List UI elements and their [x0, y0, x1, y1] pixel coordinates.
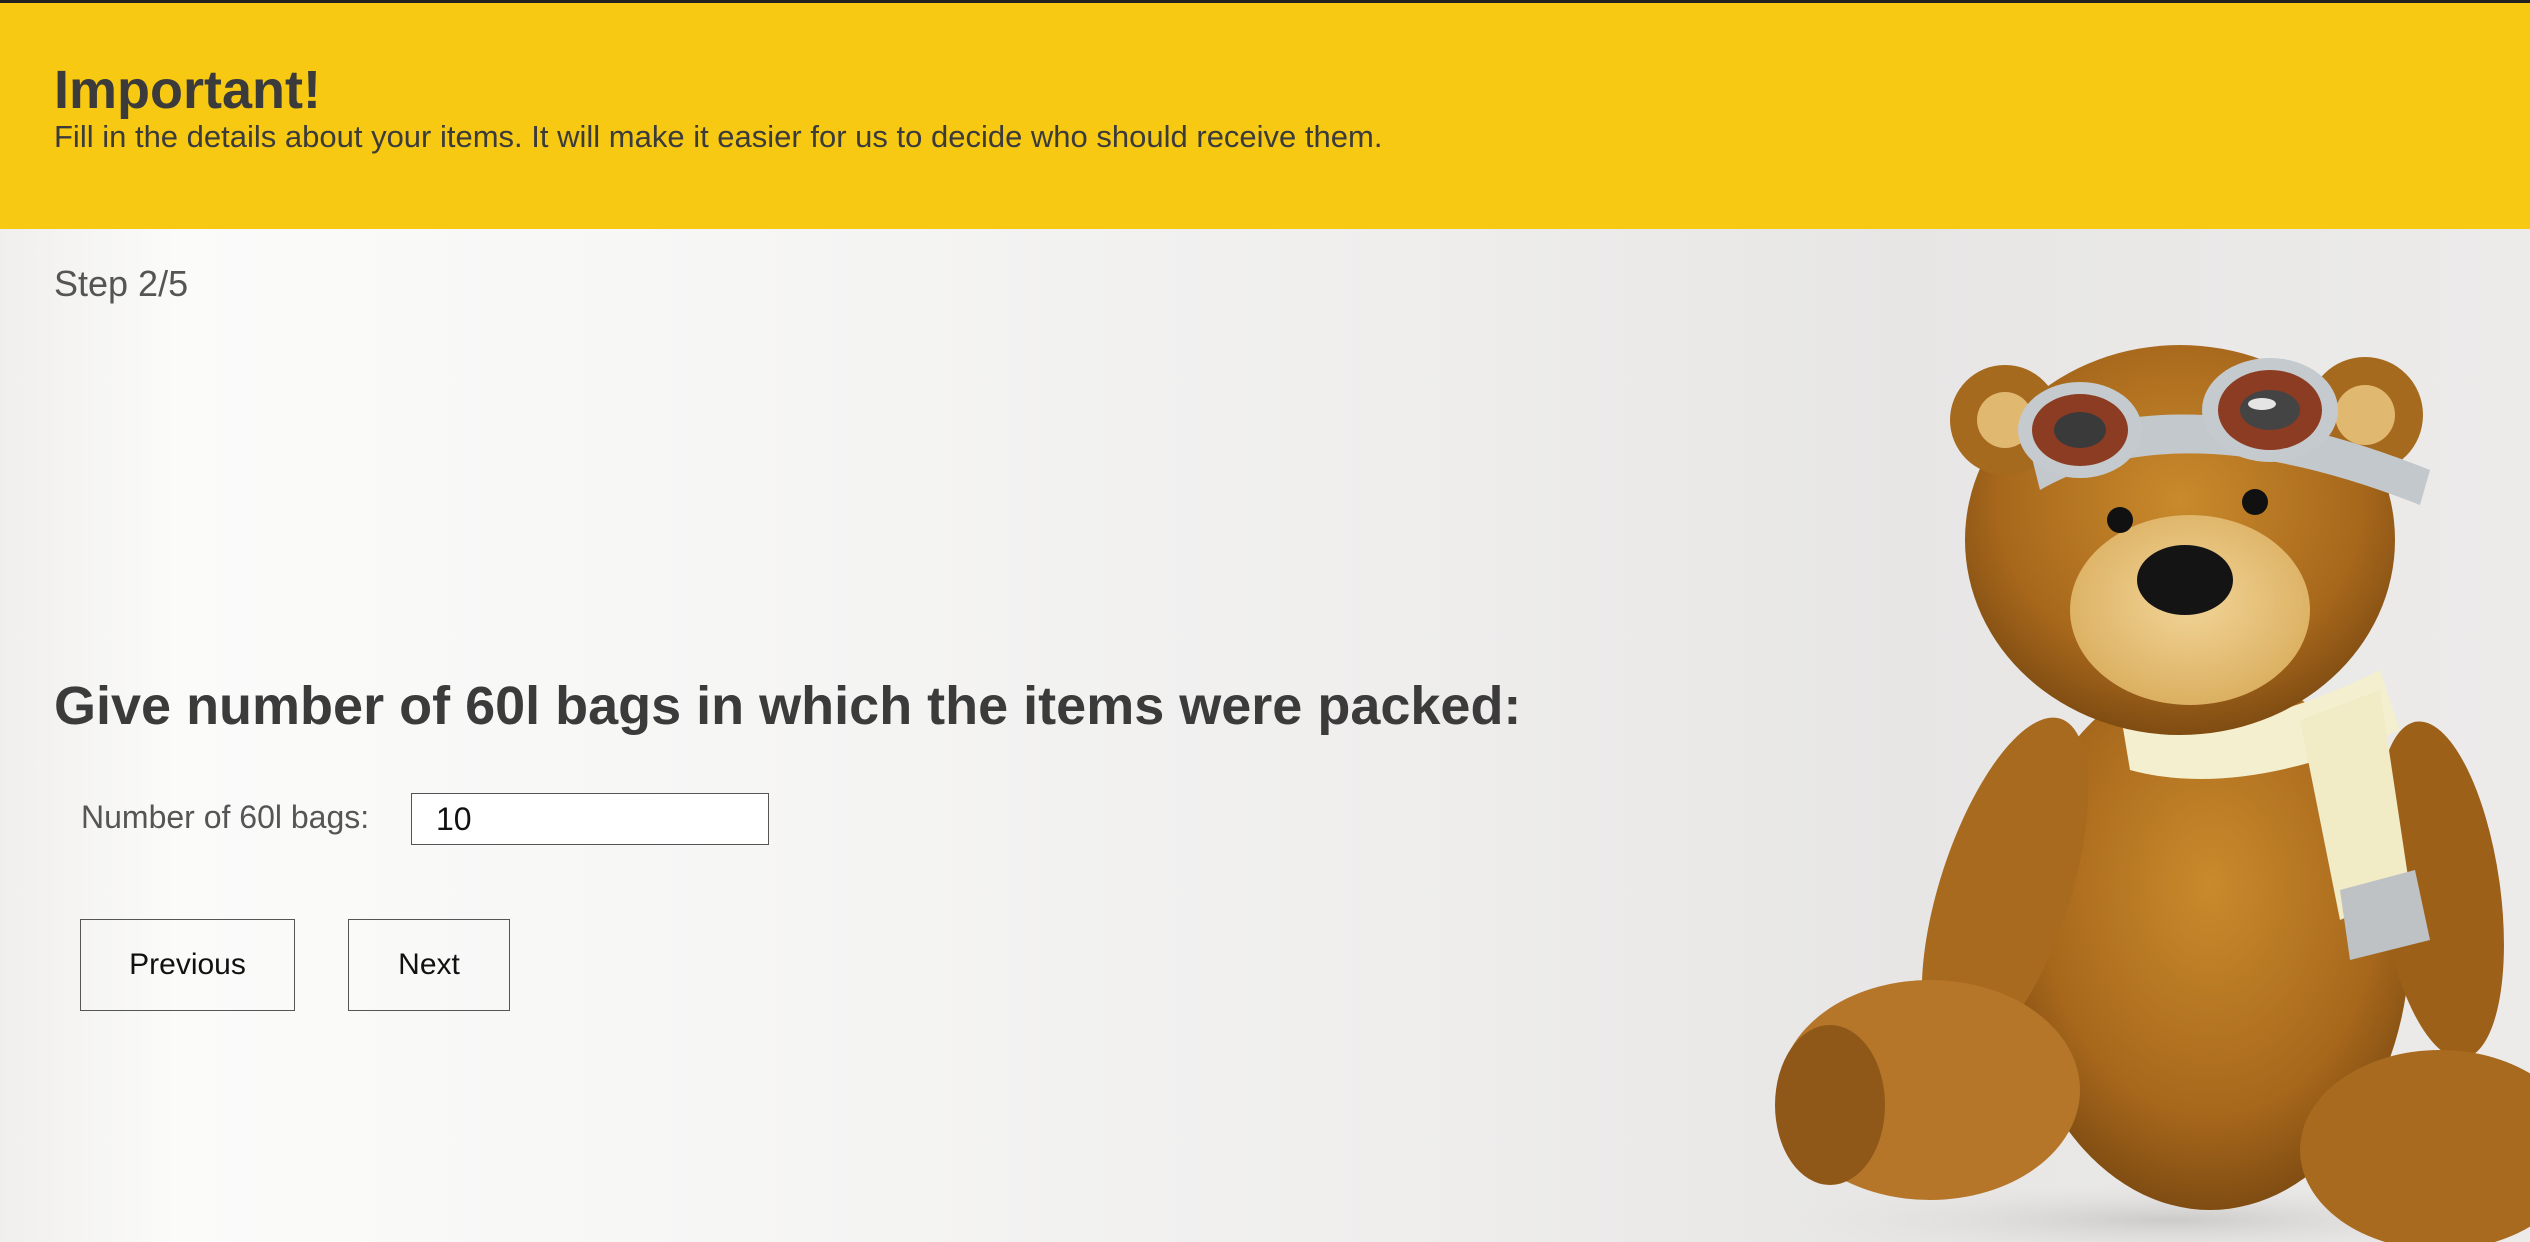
important-banner: Important! Fill in the details about you… — [0, 3, 2530, 229]
next-button[interactable]: Next — [348, 919, 510, 1011]
previous-button[interactable]: Previous — [80, 919, 295, 1011]
step-indicator: Step 2/5 — [54, 263, 189, 304]
teddy-bear-image — [1770, 345, 2530, 1242]
banner-text: Fill in the details about your items. It… — [54, 119, 1383, 154]
question-title: Give number of 60l bags in which the ite… — [54, 676, 1522, 736]
bags-field-label: Number of 60l bags: — [81, 799, 370, 835]
banner-title: Important! — [54, 60, 321, 120]
bags-count-input[interactable] — [411, 793, 769, 845]
page: Important! Fill in the details about you… — [0, 0, 2530, 1242]
